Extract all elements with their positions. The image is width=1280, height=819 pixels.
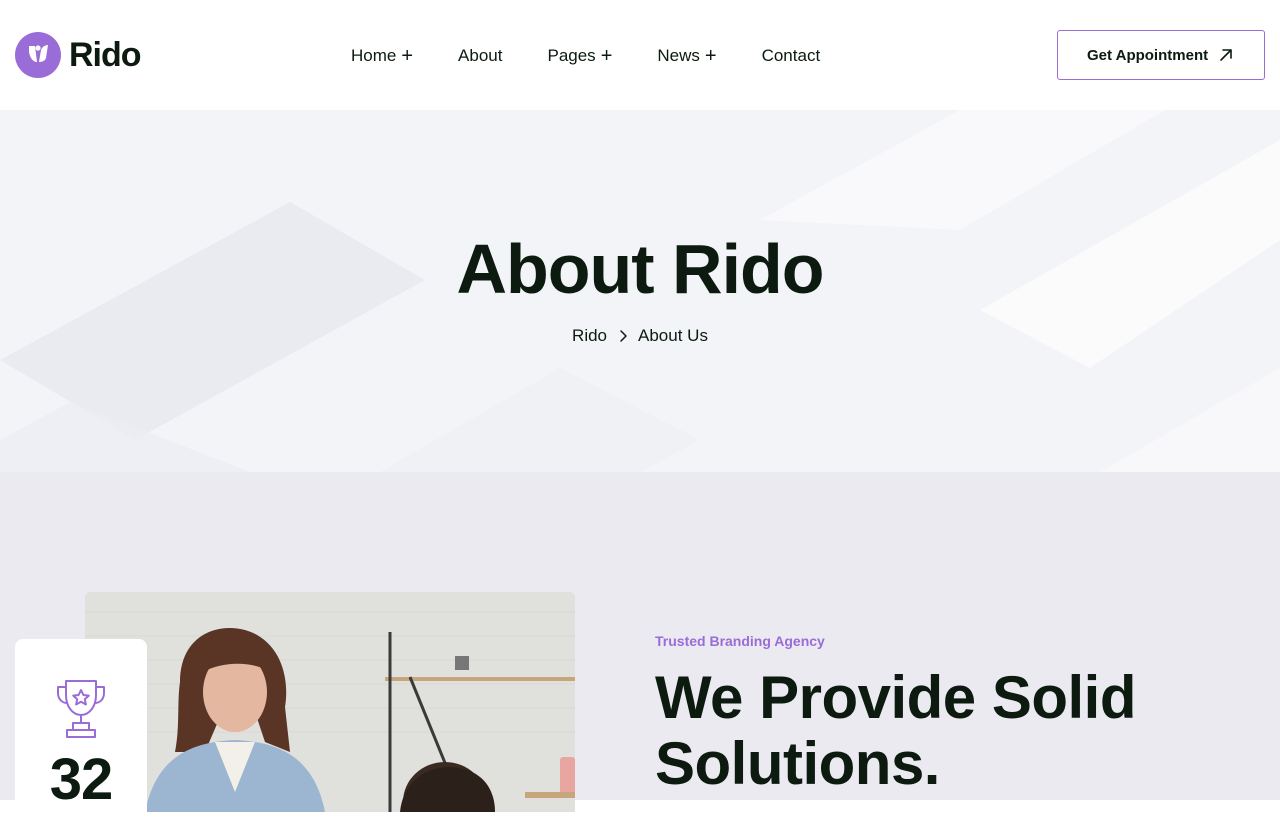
site-header: Rido Home + About Pages + News + Contact… — [0, 0, 1280, 110]
team-photo — [85, 592, 575, 812]
nav-item-news[interactable]: News + — [657, 46, 716, 66]
main-nav: Home + About Pages + News + Contact — [351, 44, 820, 68]
breadcrumb: Rido About Us — [0, 326, 1280, 346]
nav-item-label: News — [657, 46, 700, 65]
plus-icon: + — [600, 45, 613, 67]
brand-logo[interactable]: Rido — [15, 31, 142, 79]
trophy-icon — [57, 680, 105, 738]
nav-item-label: About — [458, 46, 503, 65]
section-heading: We Provide Solid Solutions. — [655, 664, 1137, 797]
nav-item-contact[interactable]: Contact — [762, 46, 821, 66]
nav-item-pages[interactable]: Pages + — [547, 46, 612, 66]
award-count: 32 — [49, 747, 114, 812]
plus-icon: + — [401, 45, 414, 67]
nav-item-home[interactable]: Home + — [351, 46, 413, 66]
get-appointment-button[interactable]: Get Appointment — [1057, 30, 1265, 80]
nav-item-about[interactable]: About — [458, 46, 502, 66]
cta-label: Get Appointment — [1087, 46, 1209, 64]
nav-item-label: Contact — [761, 46, 821, 65]
nav-item-label: Home — [351, 46, 397, 65]
award-card: 32 — [15, 639, 147, 819]
breadcrumb-current: About Us — [638, 326, 708, 345]
chevron-right-icon — [618, 329, 628, 343]
about-section: 32 Trusted Branding Agency We Provide So… — [0, 472, 1280, 819]
plus-icon: + — [704, 45, 717, 67]
logo-mark-icon — [15, 32, 61, 78]
page-title-banner: About Rido Rido About Us — [0, 110, 1280, 472]
brand-name: Rido — [69, 35, 142, 74]
arrow-up-right-icon — [1220, 49, 1232, 61]
section-tagline: Trusted Branding Agency — [655, 633, 825, 649]
nav-item-label: Pages — [547, 46, 596, 65]
page-title: About Rido — [456, 230, 824, 308]
breadcrumb-home-link[interactable]: Rido — [572, 326, 607, 346]
